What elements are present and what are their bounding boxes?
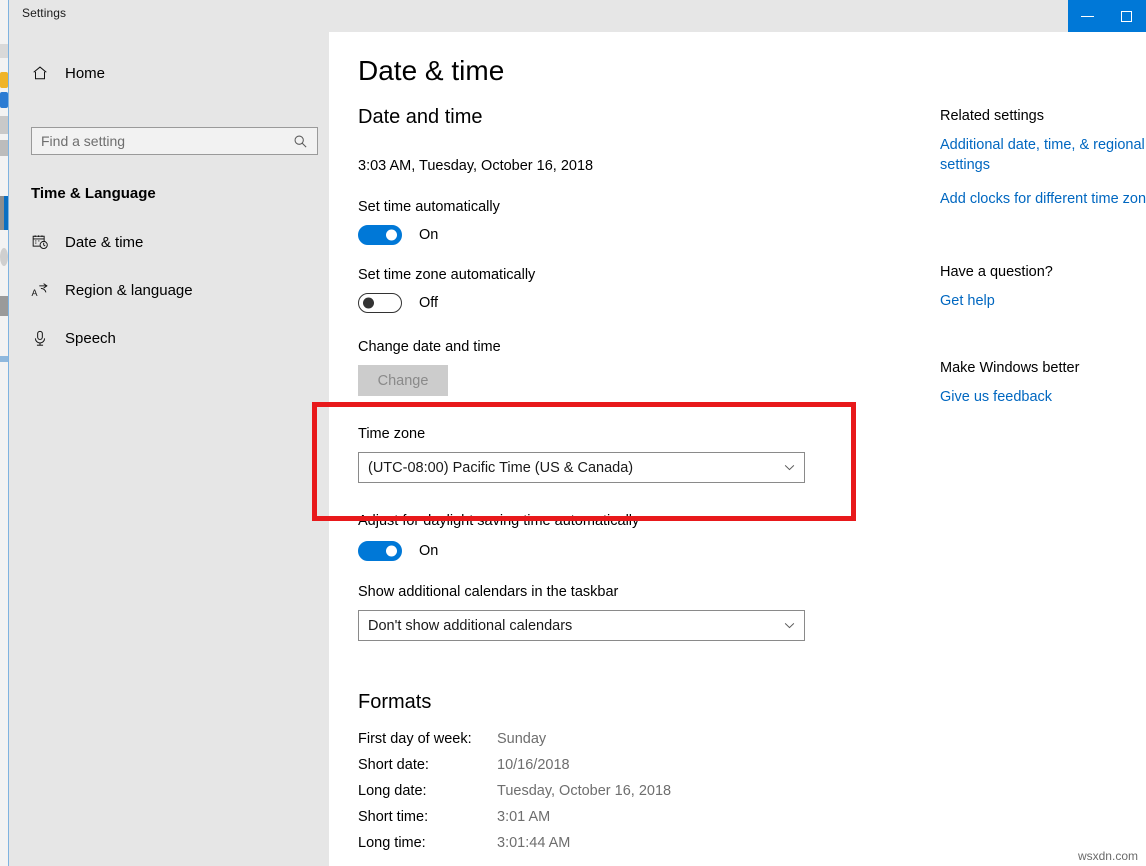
sidebar-item-label: Home: [65, 65, 105, 82]
format-row: Long date: Tuesday, October 16, 2018: [358, 783, 671, 809]
set-time-automatically-state: On: [419, 227, 438, 243]
taskbar-icon-8[interactable]: [0, 356, 8, 362]
format-row: First day of week: Sunday: [358, 731, 671, 757]
link-additional-date-time-regional-settings[interactable]: Additional date, time, & regional settin…: [940, 135, 1146, 175]
change-date-and-time-label: Change date and time: [358, 339, 501, 355]
set-time-automatically-label: Set time automatically: [358, 199, 500, 215]
taskbar-icon-6[interactable]: [0, 248, 8, 266]
sidebar: Home Time & Language: [9, 32, 329, 866]
set-timezone-automatically-row[interactable]: Off: [358, 293, 438, 313]
daylight-saving-label: Adjust for daylight saving time automati…: [358, 513, 639, 529]
time-zone-dropdown[interactable]: (UTC-08:00) Pacific Time (US & Canada): [358, 452, 805, 483]
minimize-button[interactable]: [1068, 0, 1107, 32]
calendar-clock-icon: [31, 233, 49, 251]
title-bar: Settings: [9, 0, 1146, 32]
toggle-knob: [386, 546, 397, 557]
settings-window: Settings Home: [9, 0, 1146, 866]
time-zone-label: Time zone: [358, 426, 425, 442]
minimize-icon: [1081, 16, 1094, 17]
additional-calendars-value: Don't show additional calendars: [368, 618, 782, 634]
language-icon: A: [31, 281, 49, 299]
daylight-saving-row[interactable]: On: [358, 541, 438, 561]
sidebar-item-date-and-time[interactable]: Date & time: [23, 225, 313, 259]
format-key: Long date:: [358, 783, 497, 799]
set-timezone-automatically-state: Off: [419, 295, 438, 311]
section-heading-formats: Formats: [358, 691, 431, 714]
sidebar-group-heading: Time & Language: [31, 185, 156, 202]
format-value: Tuesday, October 16, 2018: [497, 783, 671, 799]
format-value: 10/16/2018: [497, 757, 570, 773]
link-give-us-feedback[interactable]: Give us feedback: [940, 387, 1146, 407]
sidebar-item-region-and-language[interactable]: A Region & language: [23, 273, 313, 307]
chevron-down-icon: [782, 622, 796, 629]
svg-text:A: A: [31, 288, 37, 298]
format-key: First day of week:: [358, 731, 497, 747]
toggle-knob: [386, 230, 397, 241]
taskbar-icon-1[interactable]: [0, 44, 8, 58]
search-box[interactable]: [31, 127, 318, 155]
sidebar-item-label: Region & language: [65, 282, 193, 299]
caption-button-group: [1068, 0, 1146, 32]
sidebar-item-home[interactable]: Home: [23, 56, 313, 90]
taskbar-icon-2[interactable]: [0, 72, 8, 88]
format-key: Long time:: [358, 835, 497, 851]
search-input[interactable]: [32, 133, 289, 149]
taskbar-icon-3[interactable]: [0, 92, 8, 108]
sidebar-item-speech[interactable]: Speech: [23, 321, 313, 355]
sidebar-item-label: Date & time: [65, 234, 143, 251]
have-a-question-heading: Have a question?: [940, 264, 1053, 280]
maximize-button[interactable]: [1107, 0, 1146, 32]
home-icon: [31, 64, 49, 82]
related-settings-heading: Related settings: [940, 108, 1044, 124]
set-timezone-automatically-label: Set time zone automatically: [358, 267, 535, 283]
format-value: 3:01:44 AM: [497, 835, 570, 851]
microphone-icon: [31, 329, 49, 347]
screen: Settings Home: [0, 0, 1146, 866]
toggle-knob: [363, 298, 374, 309]
additional-calendars-dropdown[interactable]: Don't show additional calendars: [358, 610, 805, 641]
formats-list: First day of week: Sunday Short date: 10…: [358, 731, 671, 861]
format-row: Short time: 3:01 AM: [358, 809, 671, 835]
section-heading-date-and-time: Date and time: [358, 106, 483, 129]
link-get-help[interactable]: Get help: [940, 291, 1146, 311]
format-value: 3:01 AM: [497, 809, 550, 825]
format-row: Long time: 3:01:44 AM: [358, 835, 671, 861]
format-value: Sunday: [497, 731, 546, 747]
page-title: Date & time: [358, 55, 504, 87]
format-row: Short date: 10/16/2018: [358, 757, 671, 783]
additional-calendars-label: Show additional calendars in the taskbar: [358, 584, 618, 600]
daylight-saving-toggle[interactable]: [358, 541, 402, 561]
taskbar-icon-5[interactable]: [0, 140, 8, 156]
time-zone-value: (UTC-08:00) Pacific Time (US & Canada): [368, 460, 782, 476]
daylight-saving-state: On: [419, 543, 438, 559]
taskbar-icon-7[interactable]: [0, 296, 8, 316]
format-key: Short date:: [358, 757, 497, 773]
chevron-down-icon: [782, 464, 796, 471]
content-pane: Date & time Date and time 3:03 AM, Tuesd…: [329, 32, 1146, 866]
make-windows-better-heading: Make Windows better: [940, 360, 1079, 376]
window-title: Settings: [22, 6, 66, 20]
maximize-icon: [1121, 11, 1132, 22]
link-add-clocks[interactable]: Add clocks for different time zones: [940, 189, 1146, 209]
sidebar-item-label: Speech: [65, 330, 116, 347]
watermark: wsxdn.com: [1078, 849, 1138, 863]
current-datetime-text: 3:03 AM, Tuesday, October 16, 2018: [358, 158, 593, 174]
search-icon[interactable]: [289, 134, 311, 149]
set-time-automatically-toggle[interactable]: [358, 225, 402, 245]
format-key: Short time:: [358, 809, 497, 825]
taskbar-icon-4[interactable]: [0, 116, 8, 134]
set-timezone-automatically-toggle[interactable]: [358, 293, 402, 313]
set-time-automatically-row[interactable]: On: [358, 225, 438, 245]
change-button[interactable]: Change: [358, 365, 448, 396]
